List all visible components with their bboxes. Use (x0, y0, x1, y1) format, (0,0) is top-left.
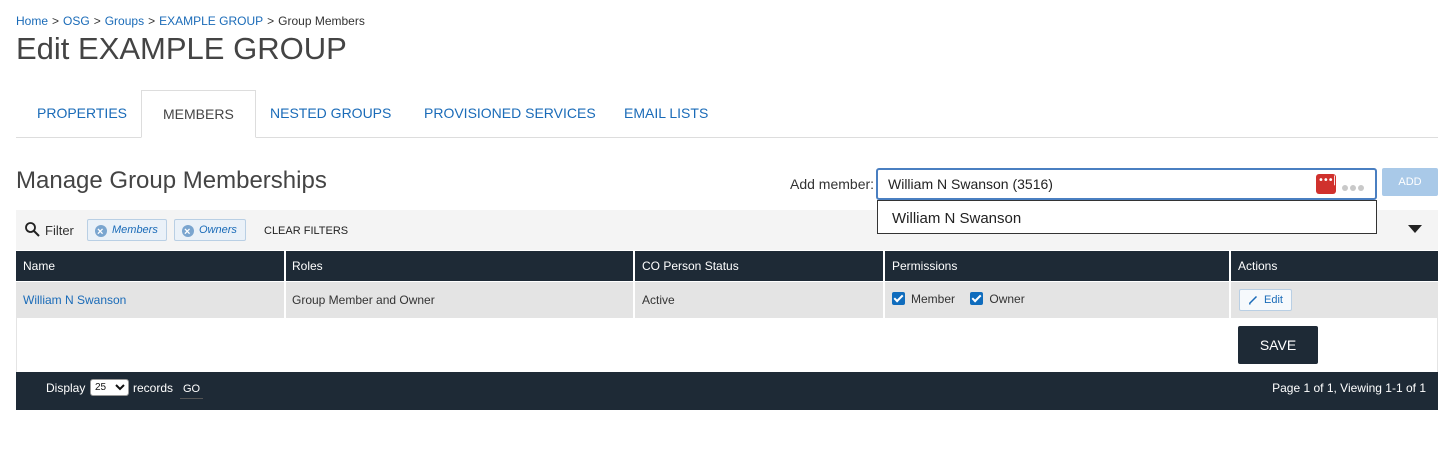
filter-chip-label: Members (112, 224, 158, 236)
tab-provisioned-services[interactable]: PROVISIONED SERVICES (403, 90, 617, 137)
breadcrumb-current: Group Members (278, 14, 365, 28)
member-checkbox-label: Member (911, 292, 956, 306)
breadcrumb-separator: > (93, 14, 101, 28)
go-button[interactable]: GO (180, 380, 204, 399)
breadcrumb-separator: > (52, 14, 60, 28)
tab-properties[interactable]: PROPERTIES (16, 90, 148, 137)
breadcrumb-home[interactable]: Home (16, 14, 48, 28)
column-header-actions: Actions (1238, 259, 1278, 273)
clear-filters-button[interactable]: CLEAR FILTERS (264, 225, 348, 237)
breadcrumb-separator: > (148, 14, 156, 28)
autocomplete-option[interactable]: William N Swanson (892, 210, 1021, 227)
tab-email-lists[interactable]: EMAIL LISTS (603, 90, 729, 137)
table-header-row: Name Roles CO Person Status Permissions … (16, 251, 1438, 281)
search-icon[interactable] (24, 221, 40, 237)
save-button[interactable]: SAVE (1238, 326, 1318, 364)
breadcrumb-osg[interactable]: OSG (63, 14, 90, 28)
member-checkbox[interactable] (892, 292, 905, 305)
add-member-input[interactable] (876, 168, 1377, 200)
filter-chip-owners[interactable]: Owners (174, 219, 246, 242)
member-roles-cell: Group Member and Owner (285, 282, 635, 318)
owner-checkbox[interactable] (970, 292, 984, 305)
page-info: Page 1 of 1, Viewing 1-1 of 1 (1272, 381, 1426, 395)
edit-button[interactable]: Edit (1239, 289, 1292, 311)
edit-button-label: Edit (1264, 294, 1283, 306)
breadcrumb-example-group[interactable]: EXAMPLE GROUP (159, 14, 263, 28)
tab-nested-groups[interactable]: NESTED GROUPS (249, 90, 412, 137)
member-name-cell: William N Swanson (16, 282, 286, 318)
section-title: Manage Group Memberships (16, 167, 327, 194)
tab-members[interactable]: MEMBERS (141, 90, 256, 138)
column-header-roles[interactable]: Roles (285, 251, 635, 281)
remove-chip-icon[interactable] (182, 222, 194, 242)
pagination-bar: Display 25 records GO Page 1 of 1, Viewi… (16, 372, 1438, 410)
add-member-button[interactable]: ADD (1382, 168, 1438, 196)
display-label: Display (46, 381, 86, 395)
records-per-page-select[interactable]: 25 (90, 379, 129, 396)
loading-dots-icon (1342, 178, 1368, 191)
member-status-cell: Active (635, 282, 885, 318)
column-header-name[interactable]: Name (16, 251, 286, 281)
tab-bar: PROPERTIES MEMBERS NESTED GROUPS PROVISI… (16, 90, 1438, 138)
column-header-status[interactable]: CO Person Status (635, 251, 885, 281)
breadcrumb-separator: > (267, 14, 275, 28)
save-area (16, 318, 1438, 372)
column-header-permissions: Permissions (885, 251, 1231, 281)
filter-label[interactable]: Filter (45, 223, 74, 238)
records-label: records (133, 381, 174, 395)
remove-chip-icon[interactable] (95, 222, 107, 242)
filter-chip-members[interactable]: Members (87, 219, 167, 242)
filter-chip-label: Owners (199, 224, 237, 236)
pencil-icon (1248, 295, 1258, 305)
member-permissions-cell: Member Owner (885, 282, 1231, 318)
breadcrumb-groups[interactable]: Groups (105, 14, 144, 28)
breadcrumb: Home > OSG > Groups > EXAMPLE GROUP > Group Memb… (16, 14, 365, 28)
member-actions-cell: Edit (1231, 282, 1438, 318)
autocomplete-dropdown: William N Swanson (877, 200, 1377, 234)
table-row: William N Swanson Group Member and Owner… (16, 282, 1438, 318)
password-manager-icon[interactable] (1316, 174, 1336, 194)
add-member-label: Add member: (790, 176, 875, 192)
member-name-link[interactable]: William N Swanson (23, 293, 126, 307)
chevron-down-icon[interactable] (1408, 225, 1422, 233)
page-title: Edit EXAMPLE GROUP (16, 31, 347, 66)
owner-checkbox-label: Owner (989, 292, 1025, 306)
